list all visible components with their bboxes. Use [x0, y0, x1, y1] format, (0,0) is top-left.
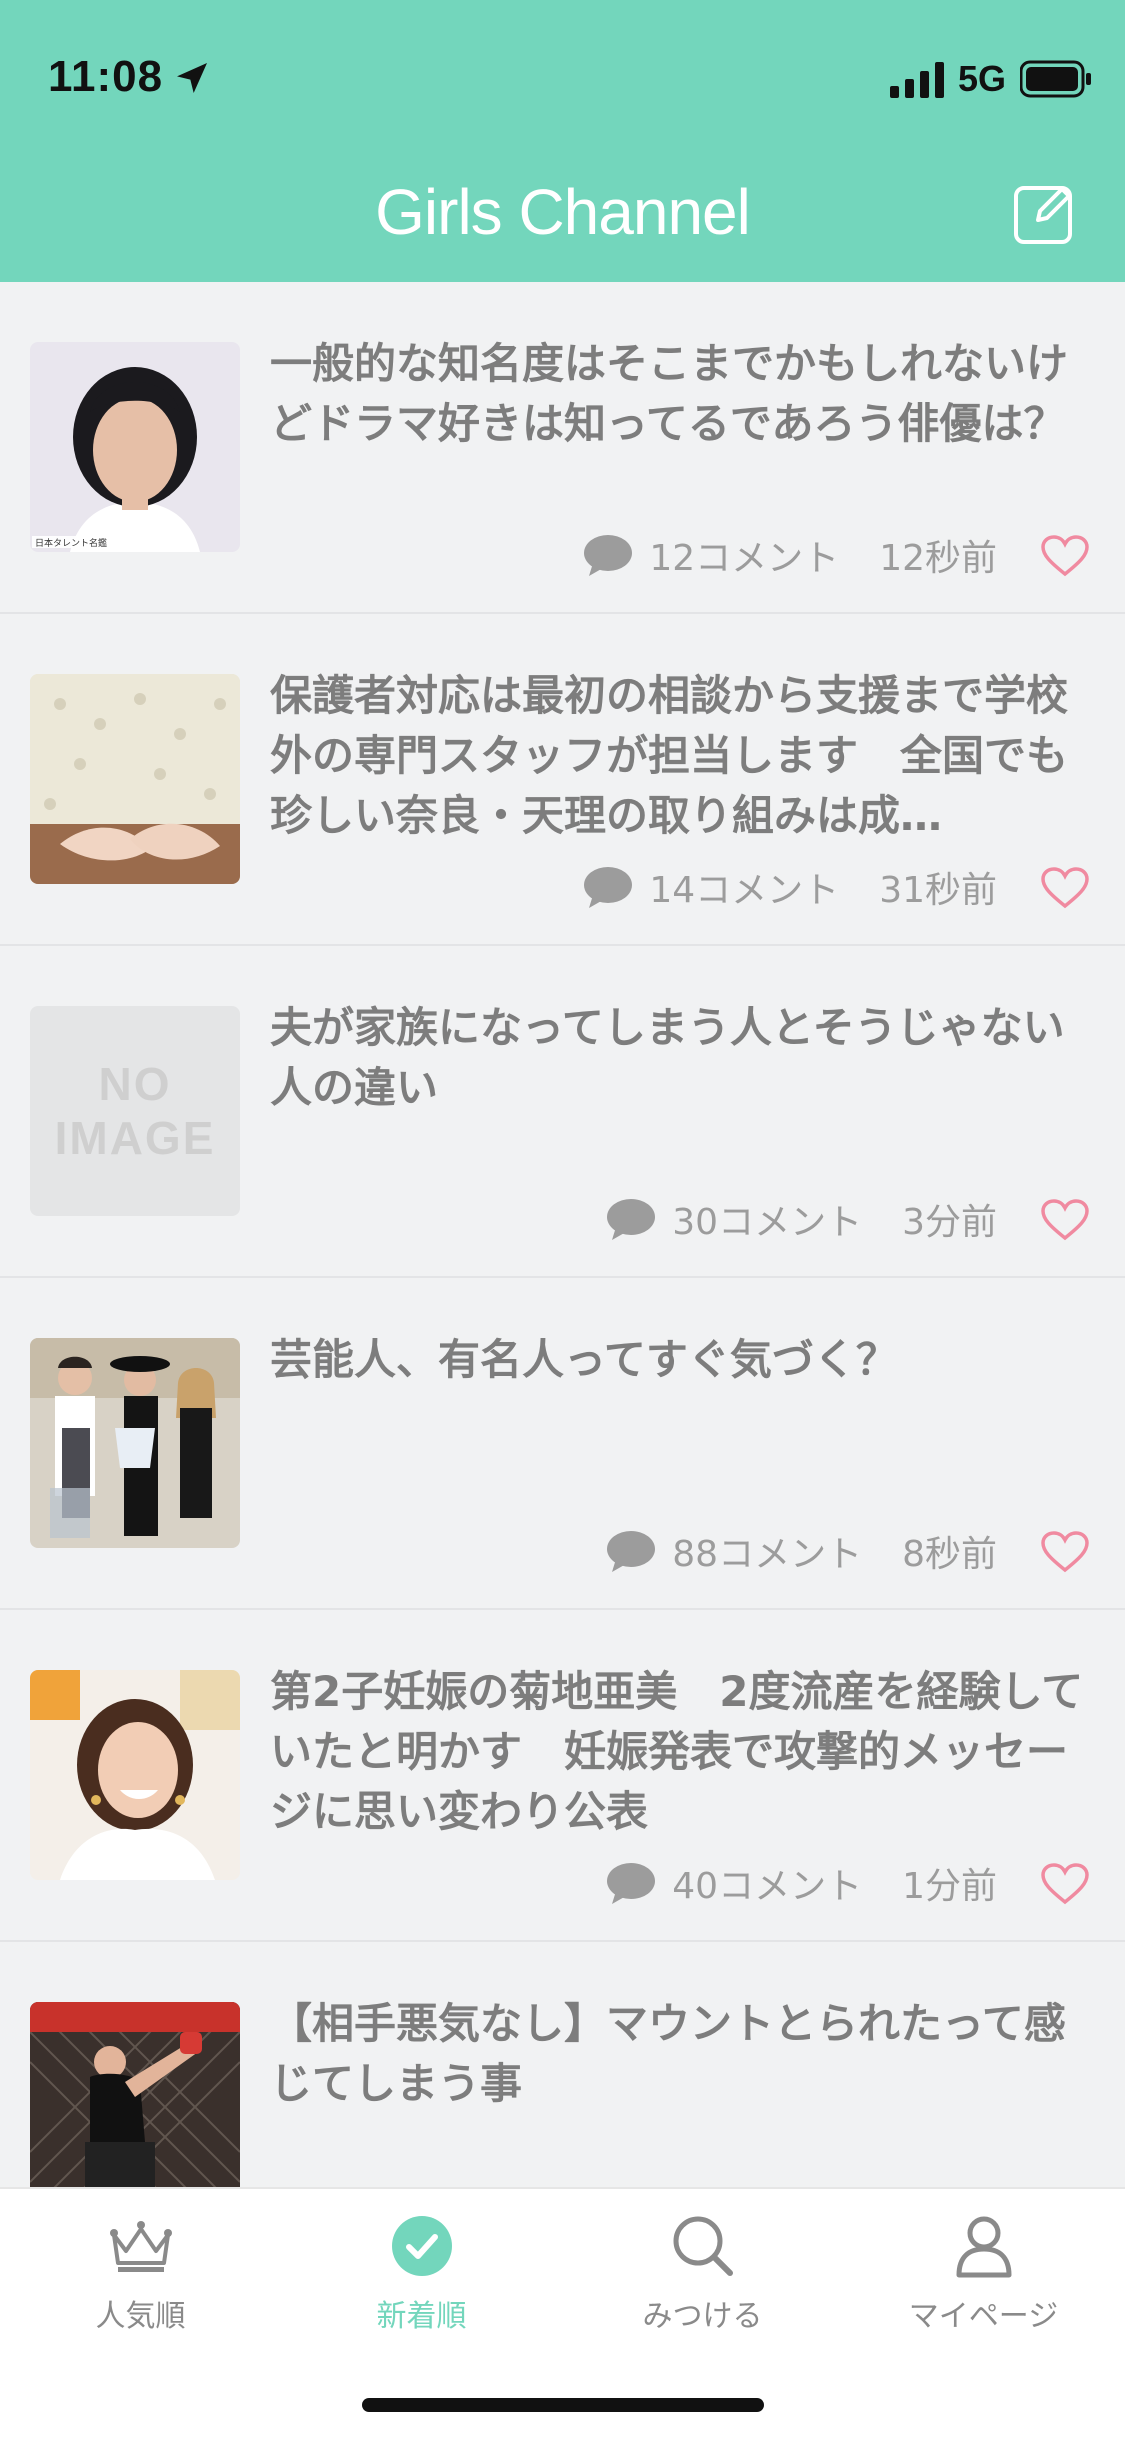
- post-time: 12秒前: [879, 538, 997, 579]
- no-image-placeholder: NO IMAGE: [30, 1006, 240, 1216]
- topic-title: 芸能人、有名人ってすぐ気づく？: [270, 1335, 898, 1384]
- topic-title: 【相手悪気なし】マウントとられたって感じてしまう事: [270, 1999, 1066, 2108]
- comment-count: 88コメント: [672, 1534, 863, 1575]
- heart-icon[interactable]: [1040, 866, 1090, 910]
- post-time: 31秒前: [879, 870, 997, 911]
- topic-row[interactable]: 保護者対応は最初の相談から支援まで学校外の専門スタッフが担当します 全国でも珍し…: [0, 614, 1125, 946]
- status-bar: 11:08 5G: [0, 0, 1125, 160]
- location-arrow-icon: [177, 63, 207, 93]
- tab-search[interactable]: みつける: [562, 2211, 843, 2335]
- heart-icon[interactable]: [1040, 534, 1090, 578]
- topic-thumbnail: [30, 674, 240, 884]
- heart-icon[interactable]: [1040, 1530, 1090, 1574]
- topic-row[interactable]: 第2子妊娠の菊地亜美 2度流産を経験していたと明かす 妊娠発表で攻撃的メッセージ…: [0, 1610, 1125, 1942]
- comment-count: 12コメント: [649, 538, 840, 579]
- heart-icon[interactable]: [1040, 1862, 1090, 1906]
- crown-icon: [109, 2221, 172, 2272]
- topic-row[interactable]: NO IMAGE 夫が家族になってしまう人とそうじゃない人の違い 30コメント …: [0, 946, 1125, 1278]
- comment-count: 40コメント: [672, 1866, 863, 1907]
- topic-feed: 日本タレント名鑑 一般的な知名度はそこまでかもしれないけどドラマ好きは知ってるで…: [0, 282, 1125, 2187]
- topic-meta: 30コメント 3分前: [606, 1193, 997, 1245]
- tab-label: 人気順: [95, 2299, 186, 2334]
- comment-count: 14コメント: [649, 870, 840, 911]
- comment-bubble-icon: [607, 1199, 656, 1240]
- topic-thumbnail: [30, 2002, 240, 2187]
- topic-row[interactable]: 【相手悪気なし】マウントとられたって感じてしまう事: [0, 1942, 1125, 2187]
- topic-meta: 12コメント 12秒前: [583, 529, 997, 581]
- topic-meta: 14コメント 31秒前: [583, 861, 997, 913]
- comment-count: 30コメント: [672, 1202, 863, 1243]
- battery-icon: [1020, 60, 1091, 98]
- topic-row[interactable]: 芸能人、有名人ってすぐ気づく？ 88コメント 8秒前: [0, 1278, 1125, 1610]
- app-title: Girls Channel: [375, 176, 751, 248]
- comment-bubble-icon: [607, 1863, 656, 1904]
- topic-title: 夫が家族になってしまう人とそうじゃない人の違い: [270, 1003, 1065, 1112]
- comment-bubble-icon: [607, 1531, 656, 1572]
- comment-bubble-icon: [584, 867, 633, 908]
- topic-title: 保護者対応は最初の相談から支援まで学校外の専門スタッフが担当します 全国でも珍し…: [270, 671, 1069, 840]
- heart-icon[interactable]: [1040, 1198, 1090, 1242]
- topic-title: 第2子妊娠の菊地亜美 2度流産を経験していたと明かす 妊娠発表で攻撃的メッセージ…: [270, 1667, 1084, 1836]
- tab-new[interactable]: 新着順: [281, 2211, 562, 2335]
- topic-thumbnail: [30, 1670, 240, 1880]
- person-icon: [956, 2216, 1011, 2278]
- comment-bubble-icon: [584, 535, 633, 576]
- app-header: 11:08 5G Girls Channel: [0, 0, 1125, 282]
- topic-thumbnail: 日本タレント名鑑: [30, 342, 240, 552]
- topic-meta: 40コメント 1分前: [606, 1857, 997, 1909]
- status-time: 11:08: [48, 52, 164, 101]
- check-circle-icon: [391, 2216, 452, 2276]
- topic-title: 一般的な知名度はそこまでかもしれないけどドラマ好きは知ってるであろう俳優は？: [270, 339, 1069, 448]
- tab-popular[interactable]: 人気順: [0, 2211, 281, 2335]
- post-time: 3分前: [902, 1202, 997, 1243]
- topic-thumbnail: [30, 1338, 240, 1548]
- search-icon: [673, 2216, 733, 2276]
- compose-icon[interactable]: [1012, 180, 1078, 246]
- tab-label: みつける: [642, 2299, 763, 2334]
- network-type: 5G: [958, 58, 1007, 99]
- topic-row[interactable]: 日本タレント名鑑 一般的な知名度はそこまでかもしれないけどドラマ好きは知ってるで…: [0, 282, 1125, 614]
- topic-thumbnail: NO IMAGE: [30, 1006, 240, 1216]
- topic-meta: 88コメント 8秒前: [606, 1525, 997, 1577]
- tab-label: 新着順: [376, 2299, 467, 2334]
- post-time: 8秒前: [902, 1534, 997, 1575]
- thumbnail-caption: 日本タレント名鑑: [35, 537, 107, 549]
- home-indicator[interactable]: [362, 2398, 764, 2412]
- post-time: 1分前: [902, 1866, 997, 1907]
- cellular-signal-icon: [890, 62, 944, 98]
- tab-mypage[interactable]: マイページ: [843, 2211, 1124, 2335]
- tab-label: マイページ: [908, 2299, 1059, 2334]
